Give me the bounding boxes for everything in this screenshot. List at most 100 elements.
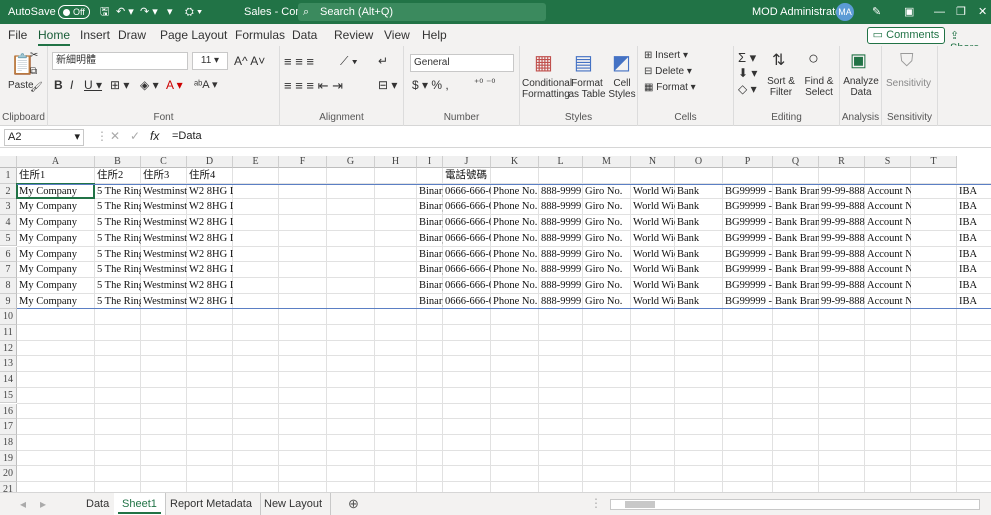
find-select-icon[interactable]: ○ [808, 48, 819, 69]
column-header-k[interactable]: K [491, 156, 539, 168]
phonetic-icon[interactable]: ᵃᵇA ▾ [194, 78, 218, 91]
sheet-tab-data[interactable]: Data [78, 493, 119, 515]
font-color-icon[interactable]: A ▾ [166, 78, 183, 92]
fill-color-icon[interactable]: ◈ ▾ [140, 78, 159, 92]
row-header-21[interactable]: 21 [0, 482, 17, 492]
row-header-11[interactable]: 11 [0, 325, 17, 341]
format-cells-button[interactable]: ▦ Format ▾ [644, 82, 696, 93]
sheet-tab-report-metadata[interactable]: Report Metadata [162, 493, 261, 515]
column-header-p[interactable]: P [723, 156, 773, 168]
comments-button[interactable]: ▭ Comments [867, 27, 945, 44]
fill-icon[interactable]: ⬇ ▾ [738, 66, 757, 80]
column-header-q[interactable]: Q [773, 156, 819, 168]
save-icon[interactable]: 🖫 [100, 0, 109, 24]
column-header-d[interactable]: D [187, 156, 233, 168]
autosave-toggle[interactable]: Off [58, 0, 90, 24]
column-header-h[interactable]: H [375, 156, 417, 168]
font-size-select[interactable]: 11 ▾ [192, 52, 228, 70]
cut-icon[interactable]: ✂ [30, 50, 38, 61]
sensitivity-button-label[interactable]: Sensitivity [886, 78, 931, 89]
column-header-m[interactable]: M [583, 156, 631, 168]
column-header-c[interactable]: C [141, 156, 187, 168]
format-as-table-label[interactable]: Format as Table [568, 78, 606, 100]
left-align-icon[interactable]: ≡ ≡ ≡ ⇤ ⇥ [284, 78, 343, 94]
avatar[interactable]: MA [836, 0, 854, 24]
customize-toolbar-icon[interactable]: ▾ [167, 0, 173, 24]
tab-formulas[interactable]: Formulas [235, 28, 285, 46]
undo-icon[interactable]: ↶ ▾ [116, 0, 134, 24]
tab-draw[interactable]: Draw [118, 28, 146, 46]
formula-input[interactable]: =Data [172, 130, 202, 142]
column-header-a[interactable]: A [17, 156, 95, 168]
row-header-9[interactable]: 9 [0, 293, 17, 310]
wrap-text-icon[interactable]: ↵ [378, 54, 388, 68]
row-header-18[interactable]: 18 [0, 434, 17, 451]
font-name-select[interactable]: 新細明體 [52, 52, 188, 70]
italic-icon[interactable]: I [70, 78, 73, 92]
analyze-data-label[interactable]: Analyze Data [842, 76, 880, 98]
conditional-formatting-label[interactable]: Conditional Formatting [522, 78, 572, 100]
format-painter-icon[interactable]: 🖌 [30, 82, 43, 93]
sheet-tab-new-layout[interactable]: New Layout [256, 493, 332, 515]
enter-icon[interactable]: ✓ [130, 129, 140, 143]
cell-a1[interactable]: 住所1 [17, 168, 95, 184]
tab-review[interactable]: Review [334, 28, 373, 46]
autosum-icon[interactable]: Σ ▾ [738, 50, 756, 66]
row-header-6[interactable]: 6 [0, 246, 17, 263]
column-header-n[interactable]: N [631, 156, 675, 168]
row-header-5[interactable]: 5 [0, 230, 17, 247]
row-header-20[interactable]: 20 [0, 466, 17, 482]
row-header-8[interactable]: 8 [0, 277, 17, 294]
cell-c1[interactable]: 住所3 [141, 168, 187, 184]
select-all-corner[interactable] [0, 156, 17, 168]
cancel-icon[interactable]: ✕ [110, 129, 120, 143]
restore-icon[interactable]: ❐ [956, 0, 966, 24]
scrollbar-thumb[interactable] [625, 501, 655, 508]
conditional-formatting-icon[interactable]: ▦ [534, 50, 553, 75]
tab-split-handle[interactable]: ⋮ [590, 496, 602, 510]
column-header-f[interactable]: F [279, 156, 327, 168]
row-header-15[interactable]: 15 [0, 387, 17, 404]
column-header-b[interactable]: B [95, 156, 141, 168]
insert-cells-button[interactable]: ⊞ Insert ▾ [644, 50, 688, 61]
horizontal-scrollbar[interactable] [610, 499, 980, 510]
font-grow-icon[interactable]: A^ A˅ [234, 54, 265, 68]
decimal-icon[interactable]: ⁺⁰ ⁻⁰ [474, 78, 495, 89]
delete-cells-button[interactable]: ⊟ Delete ▾ [644, 66, 692, 77]
find-select-label[interactable]: Find & Select [800, 76, 838, 98]
tab-page-layout[interactable]: Page Layout [160, 28, 227, 46]
column-header-e[interactable]: E [233, 156, 279, 168]
row-header-1[interactable]: 1 [0, 168, 17, 184]
sheet-tab-sheet1[interactable]: Sheet1 [114, 493, 166, 515]
column-header-s[interactable]: S [865, 156, 911, 168]
top-align-icon[interactable]: ≡ ≡ ≡ [284, 54, 314, 69]
user-name[interactable]: MOD Administrator [752, 0, 845, 24]
merge-icon[interactable]: ⊟ ▾ [378, 78, 397, 92]
ribbon-display-icon[interactable]: ▣ [904, 0, 914, 24]
row-header-4[interactable]: 4 [0, 215, 17, 231]
next-sheet-icon[interactable]: ▸ [40, 497, 46, 511]
column-header-r[interactable]: R [819, 156, 865, 168]
row-header-7[interactable]: 7 [0, 262, 17, 278]
tab-insert[interactable]: Insert [80, 28, 110, 46]
row-header-19[interactable]: 19 [0, 450, 17, 467]
tab-home[interactable]: Home [38, 28, 71, 47]
redo-icon[interactable]: ↷ ▾ [140, 0, 158, 24]
row-header-12[interactable]: 12 [0, 340, 17, 357]
cell-styles-icon[interactable]: ◩ [612, 50, 631, 75]
column-header-j[interactable]: J [443, 156, 491, 168]
orientation-icon[interactable]: ⟋ ▾ [340, 54, 358, 69]
row-header-17[interactable]: 17 [0, 419, 17, 435]
number-format-select[interactable]: General [410, 54, 514, 72]
tab-data[interactable]: Data [292, 28, 317, 46]
underline-icon[interactable]: U ▾ [84, 78, 102, 92]
cell-j1[interactable]: 電話號碼 [443, 168, 491, 184]
borders-icon[interactable]: ⊞ ▾ [110, 78, 129, 92]
cell-b1[interactable]: 住所2 [95, 168, 141, 184]
cell-styles-label[interactable]: Cell Styles [608, 78, 636, 100]
row-header-13[interactable]: 13 [0, 356, 17, 373]
row-header-14[interactable]: 14 [0, 372, 17, 388]
tab-file[interactable]: File [8, 28, 27, 46]
currency-icon[interactable]: $ ▾ % , [412, 78, 449, 92]
row-header-16[interactable]: 16 [0, 403, 17, 420]
